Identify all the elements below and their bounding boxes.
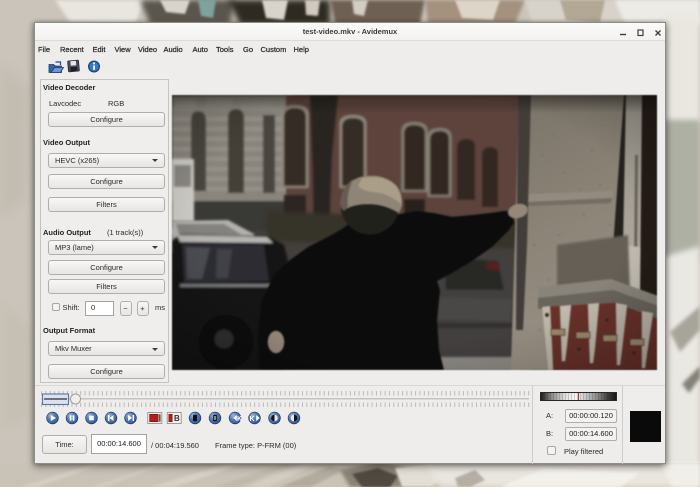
svg-text:B: B bbox=[174, 414, 180, 423]
svg-text:K: K bbox=[237, 416, 242, 423]
svg-text:K: K bbox=[250, 416, 255, 423]
